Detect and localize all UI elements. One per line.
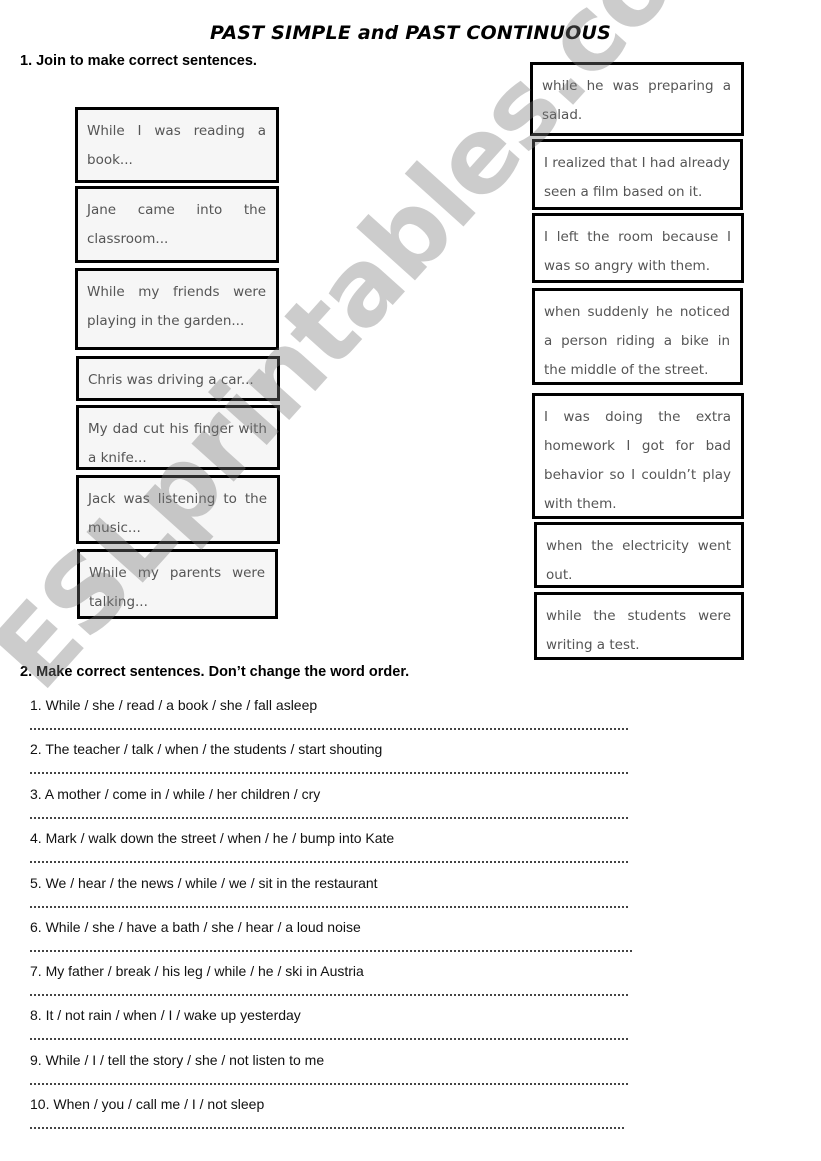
match-box-text: While my friends were playing in the gar…	[87, 284, 266, 329]
section2-heading: 2. Make correct sentences. Don’t change …	[20, 664, 410, 680]
exercise-prompt: 2. The teacher / talk / when / the stude…	[30, 741, 383, 757]
exercise-prompt: 3. A mother / come in / while / her chil…	[30, 786, 321, 802]
match-box-text: Chris was driving a car...	[88, 372, 254, 388]
match-box-left[interactable]: While my friends were playing in the gar…	[75, 268, 279, 350]
match-box-text: Jack was listening to the music...	[88, 491, 267, 536]
worksheet-title: PAST SIMPLE and PAST CONTINUOUS	[0, 22, 821, 44]
match-box-text: While I was reading a book...	[87, 123, 266, 168]
exercise-prompt: 6. While / she / have a bath / she / hea…	[30, 919, 361, 935]
answer-line[interactable]	[30, 728, 628, 730]
exercise-prompt: 1. While / she / read / a book / she / f…	[30, 697, 318, 713]
match-box-left[interactable]: My dad cut his finger with a knife...	[76, 405, 280, 470]
answer-line[interactable]	[30, 906, 628, 908]
match-box-right[interactable]: I realized that I had already seen a fil…	[532, 139, 743, 210]
match-box-right[interactable]: when the electricity went out.	[534, 522, 744, 588]
match-box-text: My dad cut his finger with a knife...	[88, 421, 267, 466]
exercise-prompt: 9. While / I / tell the story / she / no…	[30, 1052, 325, 1068]
answer-line[interactable]	[30, 1127, 624, 1129]
exercise-prompt: 8. It / not rain / when / I / wake up ye…	[30, 1007, 301, 1023]
match-box-text: I realized that I had already seen a fil…	[544, 155, 730, 200]
match-box-text: I was doing the extra homework I got for…	[544, 409, 731, 512]
match-box-text: Jane came into the classroom...	[87, 202, 266, 247]
exercise-prompt: 7. My father / break / his leg / while /…	[30, 963, 364, 979]
answer-line[interactable]	[30, 1038, 628, 1040]
match-box-text: I left the room because I was so angry w…	[544, 229, 731, 274]
exercise-prompt: 4. Mark / walk down the street / when / …	[30, 830, 395, 846]
answer-line[interactable]	[30, 772, 628, 774]
answer-line[interactable]	[30, 861, 628, 863]
exercise-prompt: 5. We / hear / the news / while / we / s…	[30, 875, 378, 891]
answer-line[interactable]	[30, 994, 628, 996]
match-box-right[interactable]: I left the room because I was so angry w…	[532, 213, 744, 283]
answer-line[interactable]	[30, 950, 632, 952]
match-box-left[interactable]: While I was reading a book...	[75, 107, 279, 183]
match-box-text: While my parents were talking...	[89, 565, 265, 610]
match-box-text: while he was preparing a salad.	[542, 78, 731, 123]
section1-heading: 1. Join to make correct sentences.	[20, 53, 257, 69]
match-box-text: when the electricity went out.	[546, 538, 731, 583]
match-box-right[interactable]: when suddenly he noticed a person riding…	[532, 288, 743, 385]
match-box-left[interactable]: Chris was driving a car...	[76, 356, 280, 401]
match-box-right[interactable]: while the students were writing a test.	[534, 592, 744, 660]
match-box-left[interactable]: Jack was listening to the music...	[76, 475, 280, 544]
match-box-left[interactable]: While my parents were talking...	[77, 549, 278, 619]
answer-line[interactable]	[30, 1083, 628, 1085]
match-box-text: when suddenly he noticed a person riding…	[544, 304, 730, 378]
match-box-text: while the students were writing a test.	[546, 608, 731, 653]
match-box-left[interactable]: Jane came into the classroom...	[75, 186, 279, 263]
answer-line[interactable]	[30, 817, 628, 819]
match-box-right[interactable]: I was doing the extra homework I got for…	[532, 393, 744, 519]
exercise-prompt: 10. When / you / call me / I / not sleep	[30, 1096, 265, 1112]
match-box-right[interactable]: while he was preparing a salad.	[530, 62, 744, 136]
worksheet-title-text: PAST SIMPLE and PAST CONTINUOUS	[210, 22, 611, 44]
